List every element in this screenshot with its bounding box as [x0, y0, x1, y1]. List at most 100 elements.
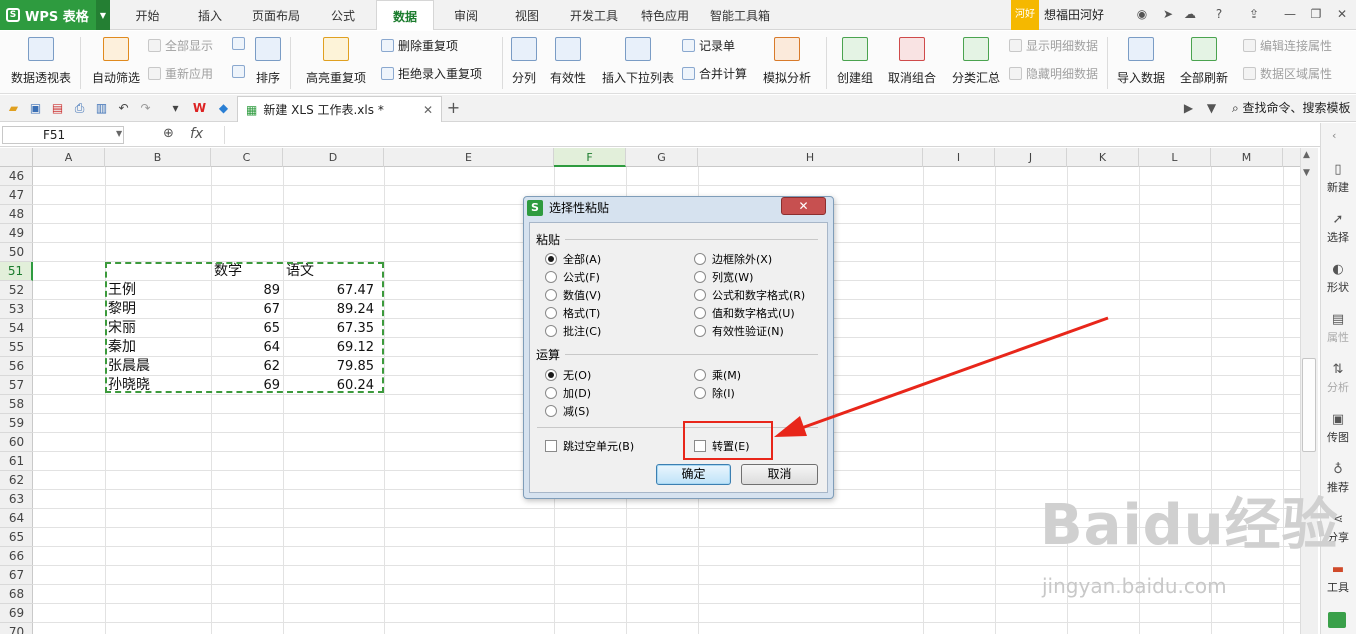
record-form-button[interactable]: 记录单	[682, 37, 735, 54]
reject-duplicates-button[interactable]: 拒绝录入重复项	[381, 65, 482, 82]
autofilter-button[interactable]: 自动筛选	[90, 35, 142, 86]
select-all-corner[interactable]	[0, 148, 33, 167]
row-header-65[interactable]: 65	[0, 528, 33, 547]
paste-column-widths-radio[interactable]: 列宽(W)	[694, 269, 753, 285]
open-folder-icon[interactable]: ▰	[6, 101, 21, 116]
sort-desc-button[interactable]	[232, 65, 249, 78]
column-header-b[interactable]: B	[105, 148, 211, 167]
sidebar-select[interactable]: ➚ 选择	[1320, 213, 1356, 245]
show-all-button[interactable]: 全部显示	[148, 37, 213, 54]
row-header-63[interactable]: 63	[0, 490, 33, 509]
zoom-icon[interactable]: ⊕	[163, 126, 174, 141]
hide-detail-button[interactable]: 隐藏明细数据	[1009, 65, 1098, 82]
op-subtract-radio[interactable]: 减(S)	[545, 403, 590, 419]
column-header-h[interactable]: H	[698, 148, 923, 167]
skin-icon[interactable]: ◉	[1134, 6, 1150, 22]
row-header-69[interactable]: 69	[0, 604, 33, 623]
column-header-f[interactable]: F	[554, 148, 626, 167]
column-header-k[interactable]: K	[1067, 148, 1139, 167]
refresh-all-button[interactable]: 全部刷新	[1174, 35, 1234, 86]
row-header-56[interactable]: 56	[0, 357, 33, 376]
chevron-down-icon[interactable]: ▼	[116, 129, 122, 138]
row-header-54[interactable]: 54	[0, 319, 33, 338]
tab-smart-tools[interactable]: 智能工具箱	[700, 0, 780, 30]
remove-duplicates-button[interactable]: 删除重复项	[381, 37, 458, 54]
paste-formula-number-format-radio[interactable]: 公式和数字格式(R)	[694, 287, 805, 303]
wps-home-icon[interactable]: W	[192, 101, 207, 116]
consolidate-button[interactable]: 合并计算	[682, 65, 747, 82]
row-header-49[interactable]: 49	[0, 224, 33, 243]
pivot-table-button[interactable]: 数据透视表	[8, 35, 74, 86]
sidebar-shape[interactable]: ◐ 形状	[1320, 263, 1356, 295]
row-header-50[interactable]: 50	[0, 243, 33, 262]
row-header-66[interactable]: 66	[0, 547, 33, 566]
tab-formula[interactable]: 公式	[312, 0, 374, 30]
user-name[interactable]: 想福田河好	[1044, 0, 1104, 30]
column-header-a[interactable]: A	[33, 148, 105, 167]
row-header-58[interactable]: 58	[0, 395, 33, 414]
layout-icon[interactable]: ▼	[1204, 101, 1219, 116]
close-icon[interactable]: ✕	[1334, 6, 1350, 22]
sort-asc-button[interactable]	[232, 37, 249, 50]
sidebar-upload-image[interactable]: ▣ 传图	[1320, 413, 1356, 445]
customize-chevron-icon[interactable]: ▾	[168, 101, 183, 116]
print-preview-icon[interactable]: ▥	[94, 101, 109, 116]
paste-comments-radio[interactable]: 批注(C)	[545, 323, 601, 339]
chevron-down-icon[interactable]: ▼	[96, 0, 110, 30]
video-icon[interactable]: ▶	[1181, 101, 1196, 116]
tab-view[interactable]: 视图	[496, 0, 558, 30]
sort-button[interactable]: 排序	[252, 35, 284, 86]
column-header-m[interactable]: M	[1211, 148, 1283, 167]
insert-dropdown-button[interactable]: 插入下拉列表	[600, 35, 676, 86]
minimize-icon[interactable]: —	[1282, 6, 1298, 22]
tab-developer[interactable]: 开发工具	[558, 0, 630, 30]
row-header-59[interactable]: 59	[0, 414, 33, 433]
column-header-d[interactable]: D	[283, 148, 384, 167]
app-menu-button[interactable]: S WPS 表格 ▼	[0, 0, 110, 30]
ungroup-button[interactable]: 取消组合	[882, 35, 942, 86]
maximize-icon[interactable]: ❐	[1308, 6, 1324, 22]
row-header-68[interactable]: 68	[0, 585, 33, 604]
help-icon[interactable]: ?	[1211, 6, 1227, 22]
column-header-e[interactable]: E	[384, 148, 554, 167]
command-search[interactable]: ⌕ 查找命令、搜索模板	[1232, 95, 1351, 122]
row-header-60[interactable]: 60	[0, 433, 33, 452]
subtotal-button[interactable]: 分类汇总	[950, 35, 1002, 86]
paste-except-borders-radio[interactable]: 边框除外(X)	[694, 251, 772, 267]
name-box[interactable]: F51	[2, 126, 124, 144]
show-detail-button[interactable]: 显示明细数据	[1009, 37, 1098, 54]
sidebar-new[interactable]: ▯ 新建	[1320, 163, 1356, 195]
send-icon[interactable]: ➤	[1160, 6, 1176, 22]
sidebar-tools[interactable]: ▬ 工具	[1320, 563, 1356, 595]
tab-features[interactable]: 特色应用	[630, 0, 700, 30]
row-header-55[interactable]: 55	[0, 338, 33, 357]
import-data-button[interactable]: 导入数据	[1115, 35, 1167, 86]
formula-input[interactable]	[224, 126, 1314, 144]
user-badge[interactable]: 河好	[1011, 0, 1039, 30]
sidebar-analysis[interactable]: ⇅ 分析	[1320, 363, 1356, 395]
row-header-61[interactable]: 61	[0, 452, 33, 471]
close-tab-icon[interactable]: ✕	[423, 103, 433, 117]
scroll-up-icon[interactable]: ▲	[1303, 150, 1310, 160]
highlight-duplicates-button[interactable]: 高亮重复项	[300, 35, 372, 86]
tab-data[interactable]: 数据	[376, 0, 434, 30]
scroll-down-icon[interactable]: ▼	[1303, 168, 1310, 178]
sidebar-properties[interactable]: ▤ 属性	[1320, 313, 1356, 345]
row-header-67[interactable]: 67	[0, 566, 33, 585]
edit-links-button[interactable]: 编辑连接属性	[1243, 37, 1332, 54]
ok-button[interactable]: 确定	[656, 464, 731, 485]
range-props-button[interactable]: 数据区域属性	[1243, 65, 1332, 82]
expand-sidebar-icon[interactable]: ‹	[1332, 129, 1336, 142]
wps-cloud-icon[interactable]: ☁	[1182, 6, 1198, 22]
op-multiply-radio[interactable]: 乘(M)	[694, 367, 741, 383]
tab-review[interactable]: 审阅	[436, 0, 496, 30]
sidebar-green-icon[interactable]	[1328, 612, 1346, 628]
print-icon[interactable]: ⎙	[72, 101, 87, 116]
save-icon[interactable]: ▣	[28, 101, 43, 116]
function-button[interactable]: fx	[190, 126, 203, 142]
validity-button[interactable]: 有效性	[545, 35, 591, 86]
export-pdf-icon[interactable]: ▤	[50, 101, 65, 116]
row-header-47[interactable]: 47	[0, 186, 33, 205]
skip-blanks-checkbox[interactable]: 跳过空单元(B)	[545, 438, 634, 454]
row-header-57[interactable]: 57	[0, 376, 33, 395]
